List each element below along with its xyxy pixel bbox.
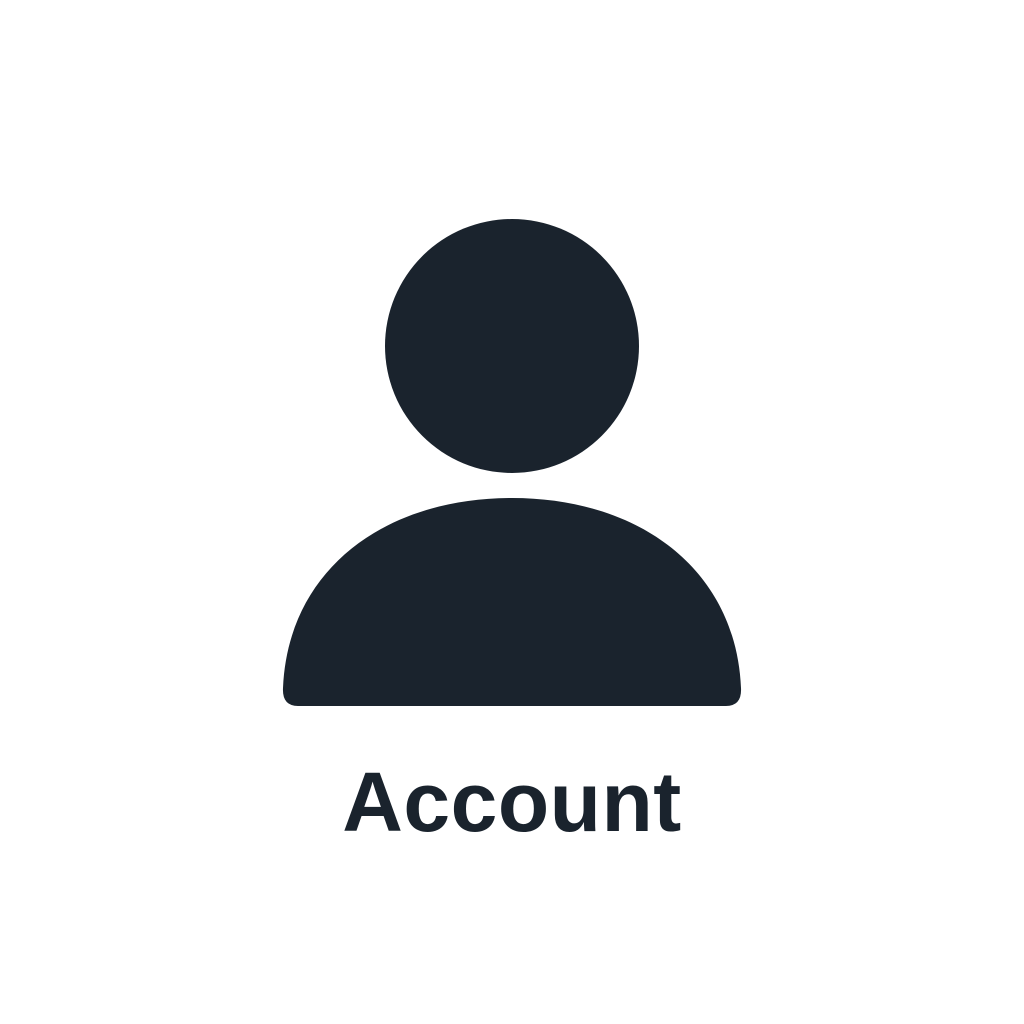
account-button[interactable]: Account [0,0,1024,1024]
person-body [282,498,742,706]
person-icon [282,219,742,706]
account-label: Account [342,755,682,849]
person-head [385,219,639,473]
